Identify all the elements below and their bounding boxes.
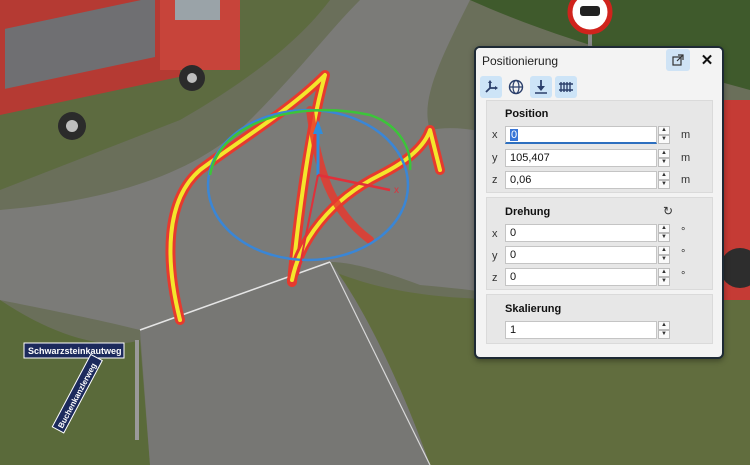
rotation-y-input[interactable]: 0 [505, 246, 657, 264]
rotation-y-unit: ° [681, 248, 686, 260]
rotation-z-label: z [492, 272, 498, 284]
rotation-section: Drehung ↻ x 0 ▲ ▼ ° y 0 ▲ ▼ ° z 0 ▲ ▼ ° [486, 197, 713, 290]
position-z-label: z [492, 174, 498, 186]
panel-titlebar[interactable]: Positionierung ✕ [476, 48, 722, 73]
position-y-label: y [492, 152, 498, 164]
position-x-input[interactable]: 0 [505, 126, 657, 144]
rail-icon [559, 82, 573, 92]
scale-heading: Skalierung [505, 303, 562, 315]
rotation-y-stepper[interactable]: ▲ ▼ [658, 246, 670, 264]
popout-button[interactable] [666, 49, 690, 71]
position-x-stepper[interactable]: ▲ ▼ [658, 126, 670, 144]
close-icon: ✕ [700, 52, 714, 69]
snap-down-button[interactable] [530, 76, 552, 98]
close-button[interactable]: ✕ [698, 51, 716, 69]
street-sign-text-1: Schwarzsteinkautweg [28, 346, 122, 356]
position-y-unit: m [681, 152, 691, 164]
rotation-x-label: x [492, 228, 498, 240]
position-z-input[interactable]: 0,06 [505, 171, 657, 189]
position-x-unit: m [681, 129, 691, 141]
rotation-x-input[interactable]: 0 [505, 224, 657, 242]
rail-button[interactable] [555, 76, 577, 98]
position-heading: Position [505, 108, 549, 120]
position-y-stepper[interactable]: ▲ ▼ [658, 149, 670, 167]
position-z-unit: m [681, 174, 691, 186]
snap-down-icon [535, 80, 547, 94]
rotation-x-unit: ° [681, 226, 686, 238]
rotation-heading: Drehung [505, 206, 551, 218]
panel-title: Positionierung [482, 54, 559, 68]
scale-section: Skalierung 1 ▲ ▼ [486, 294, 713, 344]
reset-rotation-icon[interactable]: ↻ [663, 204, 673, 218]
position-section: Position x 0 ▲ ▼ m y 105,407 ▲ ▼ m z 0,06 … [486, 100, 713, 193]
panel-toolbar [480, 76, 577, 98]
move-axes-button[interactable] [480, 76, 502, 98]
position-x-label: x [492, 129, 498, 141]
popout-icon [672, 54, 684, 66]
position-y-input[interactable]: 105,407 [505, 149, 657, 167]
scale-input[interactable]: 1 [505, 321, 657, 339]
rotation-z-input[interactable]: 0 [505, 268, 657, 286]
rotation-z-unit: ° [681, 270, 686, 282]
globe-button[interactable] [505, 76, 527, 98]
rotation-z-stepper[interactable]: ▲ ▼ [658, 268, 670, 286]
position-z-stepper[interactable]: ▲ ▼ [658, 171, 670, 189]
rotation-y-label: y [492, 250, 498, 262]
gizmo-x-label: x [394, 185, 399, 196]
positioning-panel: Positionierung ✕ Position x 0 ▲ ▼ m y 10… [474, 46, 724, 359]
move-axes-icon [485, 80, 498, 93]
rotation-x-stepper[interactable]: ▲ ▼ [658, 224, 670, 242]
scale-stepper[interactable]: ▲ ▼ [658, 321, 670, 339]
globe-icon [508, 79, 524, 95]
